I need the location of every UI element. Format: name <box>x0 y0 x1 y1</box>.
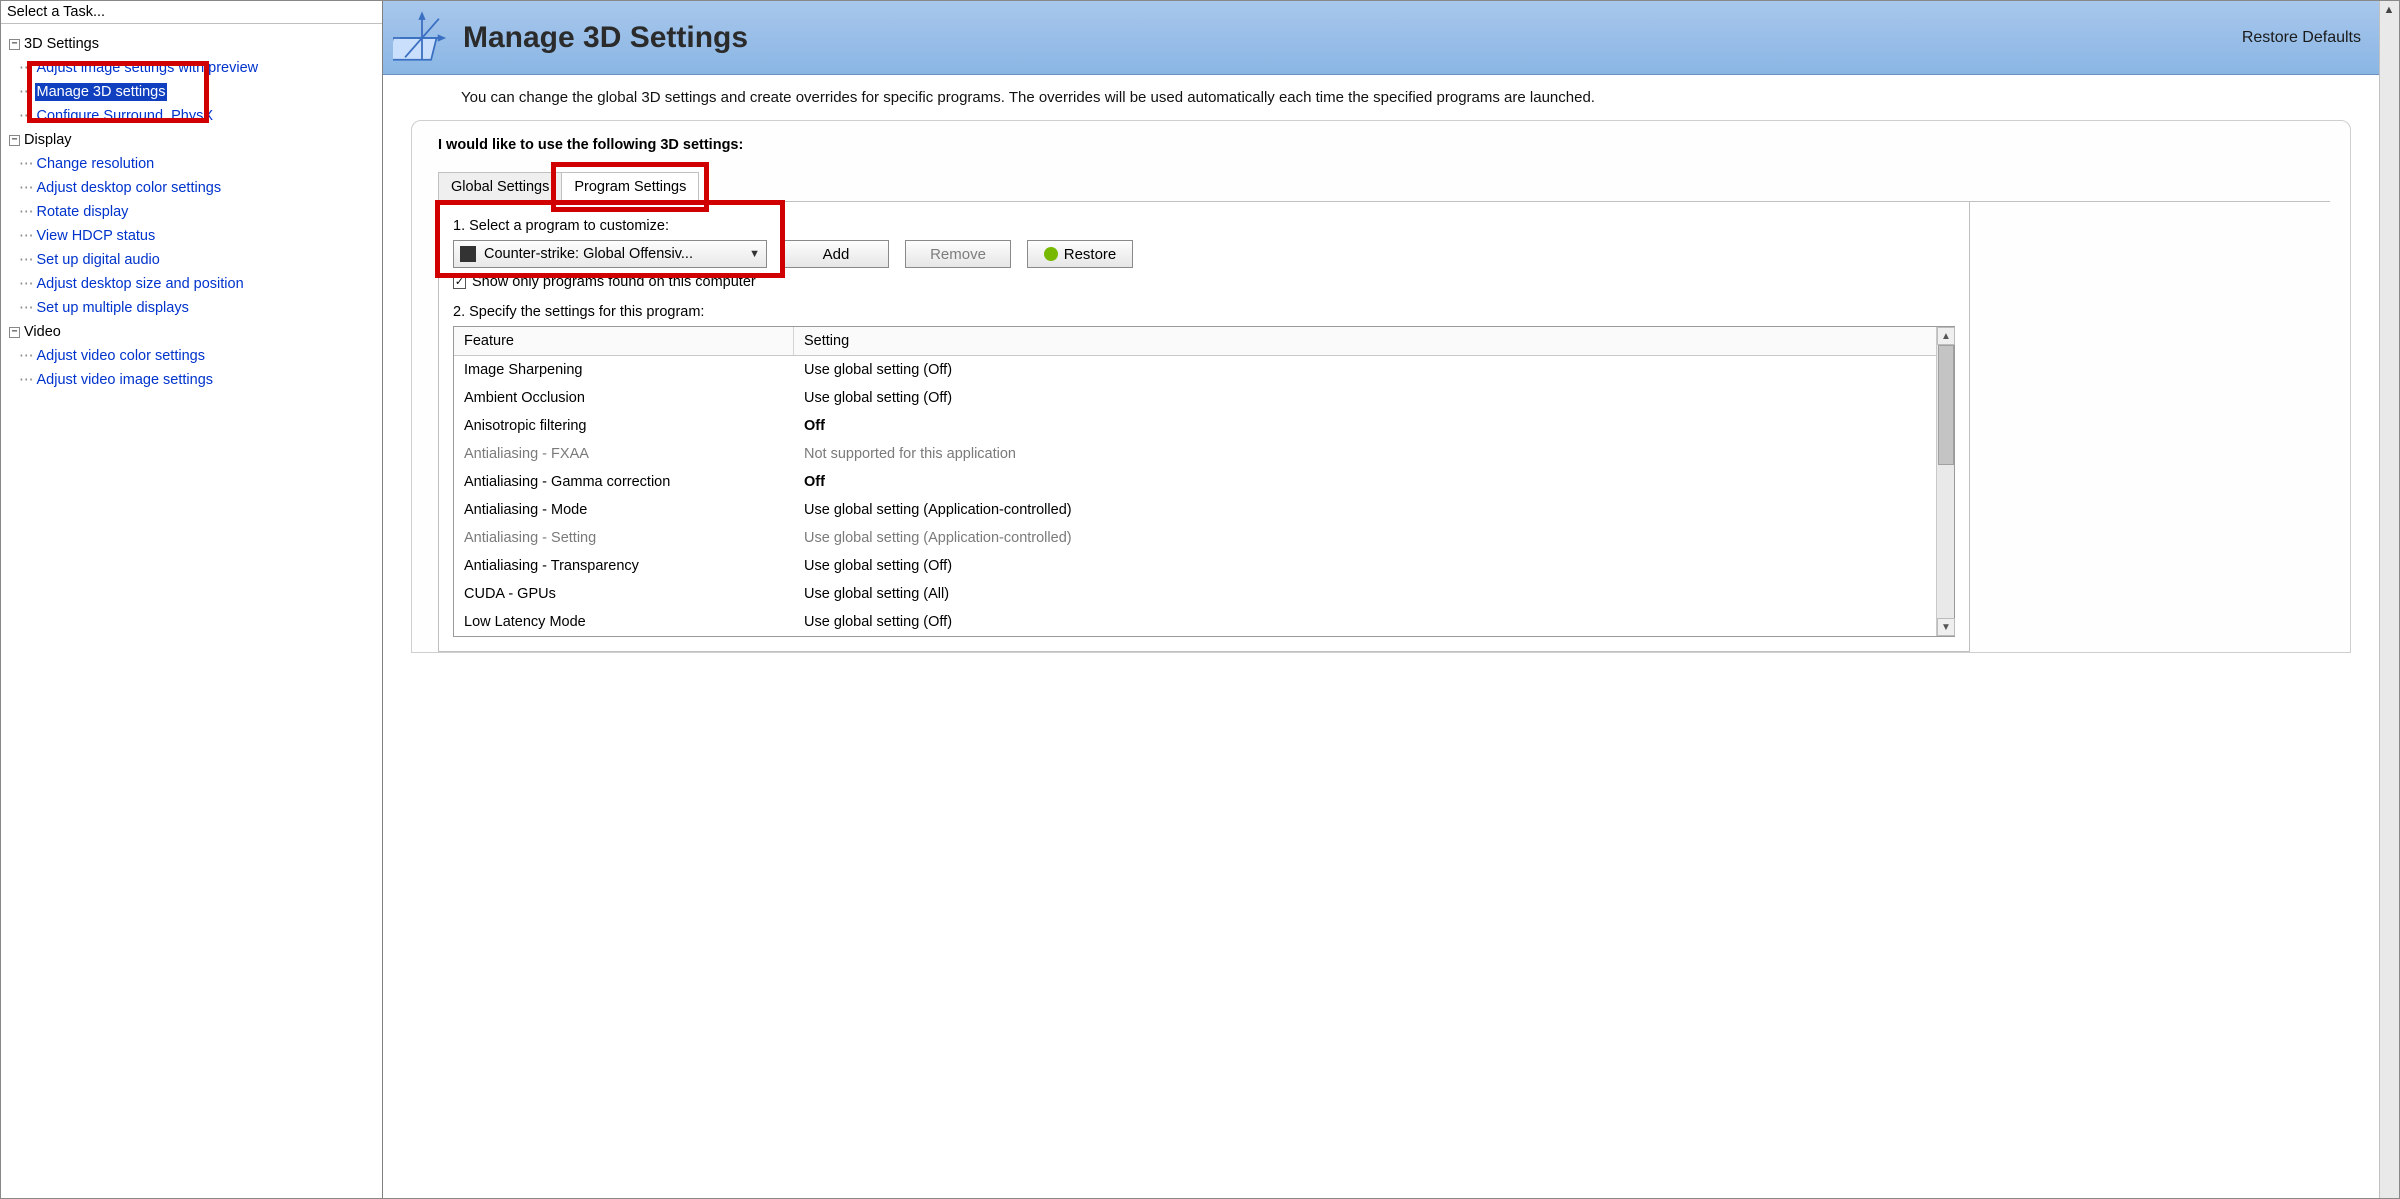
nvidia-logo-icon <box>1044 247 1058 261</box>
feature-cell: Ambient Occlusion <box>454 388 794 408</box>
setting-cell: Off <box>794 472 1936 492</box>
tree-item[interactable]: View HDCP status <box>35 227 158 245</box>
tree-branch-icon: ⋯ <box>19 300 33 316</box>
program-select[interactable]: Counter-strike: Global Offensiv... ▼ <box>453 240 767 268</box>
tree-branch-icon: ⋯ <box>19 228 33 244</box>
tree-collapse-icon[interactable]: − <box>9 39 20 50</box>
tree-item[interactable]: Adjust video image settings <box>35 371 216 389</box>
tree-branch-icon: ⋯ <box>19 204 33 220</box>
table-row[interactable]: Anisotropic filteringOff <box>454 412 1936 440</box>
setting-cell: Use global setting (All) <box>794 584 1936 604</box>
feature-cell: Anisotropic filtering <box>454 416 794 436</box>
feature-cell: Image Sharpening <box>454 360 794 380</box>
program-select-value: Counter-strike: Global Offensiv... <box>484 246 741 262</box>
page-description: You can change the global 3D settings an… <box>383 75 2379 120</box>
table-row[interactable]: CUDA - GPUsUse global setting (All) <box>454 580 1936 608</box>
remove-button[interactable]: Remove <box>905 240 1011 268</box>
table-row[interactable]: Antialiasing - FXAANot supported for thi… <box>454 440 1936 468</box>
setting-cell: Off <box>794 416 1936 436</box>
table-scrollbar[interactable]: ▲ ▼ <box>1936 327 1954 636</box>
tree-header: Select a Task... <box>1 1 382 24</box>
tree-item[interactable]: Change resolution <box>35 155 157 173</box>
table-row[interactable]: Ambient OcclusionUse global setting (Off… <box>454 384 1936 412</box>
tree-item[interactable]: Adjust video color settings <box>35 347 207 365</box>
table-row[interactable]: Antialiasing - SettingUse global setting… <box>454 524 1936 552</box>
tree-group-label[interactable]: 3D Settings <box>24 36 99 52</box>
restore-button[interactable]: Restore <box>1027 240 1133 268</box>
panel-heading: I would like to use the following 3D set… <box>438 137 2330 153</box>
tabs: Global Settings Program Settings <box>438 171 2330 202</box>
tree-group-label[interactable]: Display <box>24 132 72 148</box>
tree-group-label[interactable]: Video <box>24 324 61 340</box>
col-feature[interactable]: Feature <box>454 327 794 355</box>
tree-item[interactable]: Rotate display <box>35 203 131 221</box>
step1-label: 1. Select a program to customize: <box>453 218 1955 234</box>
restore-button-label: Restore <box>1064 246 1117 263</box>
nvidia-3d-icon <box>393 9 451 67</box>
program-icon <box>460 246 476 262</box>
tab-global-settings[interactable]: Global Settings <box>438 172 562 201</box>
tree-item[interactable]: Adjust image settings with preview <box>35 59 261 77</box>
feature-cell: Antialiasing - FXAA <box>454 444 794 464</box>
tree-branch-icon: ⋯ <box>19 252 33 268</box>
table-row[interactable]: Antialiasing - Gamma correctionOff <box>454 468 1936 496</box>
table-row[interactable]: Antialiasing - ModeUse global setting (A… <box>454 496 1936 524</box>
scroll-down-icon[interactable]: ▼ <box>1937 618 1955 636</box>
tree-branch-icon: ⋯ <box>19 276 33 292</box>
table-row[interactable]: Antialiasing - TransparencyUse global se… <box>454 552 1936 580</box>
tree-branch-icon: ⋯ <box>19 180 33 196</box>
feature-cell: Antialiasing - Gamma correction <box>454 472 794 492</box>
restore-defaults-link[interactable]: Restore Defaults <box>2242 29 2361 47</box>
setting-cell: Use global setting (Off) <box>794 556 1936 576</box>
add-button[interactable]: Add <box>783 240 889 268</box>
content-scroll-up-icon[interactable]: ▲ <box>2380 1 2398 19</box>
feature-cell: Antialiasing - Mode <box>454 500 794 520</box>
tree-branch-icon: ⋯ <box>19 348 33 364</box>
page-banner: Manage 3D Settings Restore Defaults <box>383 1 2379 75</box>
settings-table: Feature Setting Image SharpeningUse glob… <box>453 326 1955 637</box>
show-only-checkbox[interactable] <box>453 276 466 289</box>
feature-cell: CUDA - GPUs <box>454 584 794 604</box>
tree-item[interactable]: Configure Surround, PhysX <box>35 107 216 125</box>
tree-item[interactable]: Adjust desktop size and position <box>35 275 246 293</box>
show-only-label: Show only programs found on this compute… <box>472 274 756 290</box>
table-row[interactable]: Low Latency ModeUse global setting (Off) <box>454 608 1936 636</box>
setting-cell: Use global setting (Application-controll… <box>794 528 1936 548</box>
col-setting[interactable]: Setting <box>794 327 1954 355</box>
tree-item[interactable]: Set up digital audio <box>35 251 162 269</box>
content-scrollbar[interactable]: ▲ <box>2379 1 2399 1198</box>
tree-collapse-icon[interactable]: − <box>9 135 20 146</box>
task-tree-sidebar: Select a Task... −3D Settings⋯Adjust ima… <box>1 1 383 1198</box>
feature-cell: Antialiasing - Setting <box>454 528 794 548</box>
scroll-thumb[interactable] <box>1938 345 1954 465</box>
table-header: Feature Setting <box>454 327 1954 356</box>
tree-branch-icon: ⋯ <box>19 60 33 76</box>
setting-cell: Not supported for this application <box>794 444 1936 464</box>
setting-cell: Use global setting (Off) <box>794 360 1936 380</box>
page-title: Manage 3D Settings <box>463 21 748 55</box>
tree-branch-icon: ⋯ <box>19 372 33 388</box>
step2-label: 2. Specify the settings for this program… <box>453 304 1955 320</box>
chevron-down-icon: ▼ <box>749 248 760 260</box>
tab-program-settings[interactable]: Program Settings <box>561 172 699 202</box>
scroll-up-icon[interactable]: ▲ <box>1937 327 1955 345</box>
tree-branch-icon: ⋯ <box>19 108 33 124</box>
tree-branch-icon: ⋯ <box>19 156 33 172</box>
feature-cell: Low Latency Mode <box>454 612 794 632</box>
setting-cell: Use global setting (Off) <box>794 388 1936 408</box>
tree-item[interactable]: Manage 3D settings <box>35 83 168 101</box>
feature-cell: Antialiasing - Transparency <box>454 556 794 576</box>
setting-cell: Use global setting (Application-controll… <box>794 500 1936 520</box>
setting-cell: Use global setting (Off) <box>794 612 1936 632</box>
tree-branch-icon: ⋯ <box>19 84 33 100</box>
table-row[interactable]: Image SharpeningUse global setting (Off) <box>454 356 1936 384</box>
tree-collapse-icon[interactable]: − <box>9 327 20 338</box>
tree-item[interactable]: Set up multiple displays <box>35 299 191 317</box>
tree-item[interactable]: Adjust desktop color settings <box>35 179 224 197</box>
